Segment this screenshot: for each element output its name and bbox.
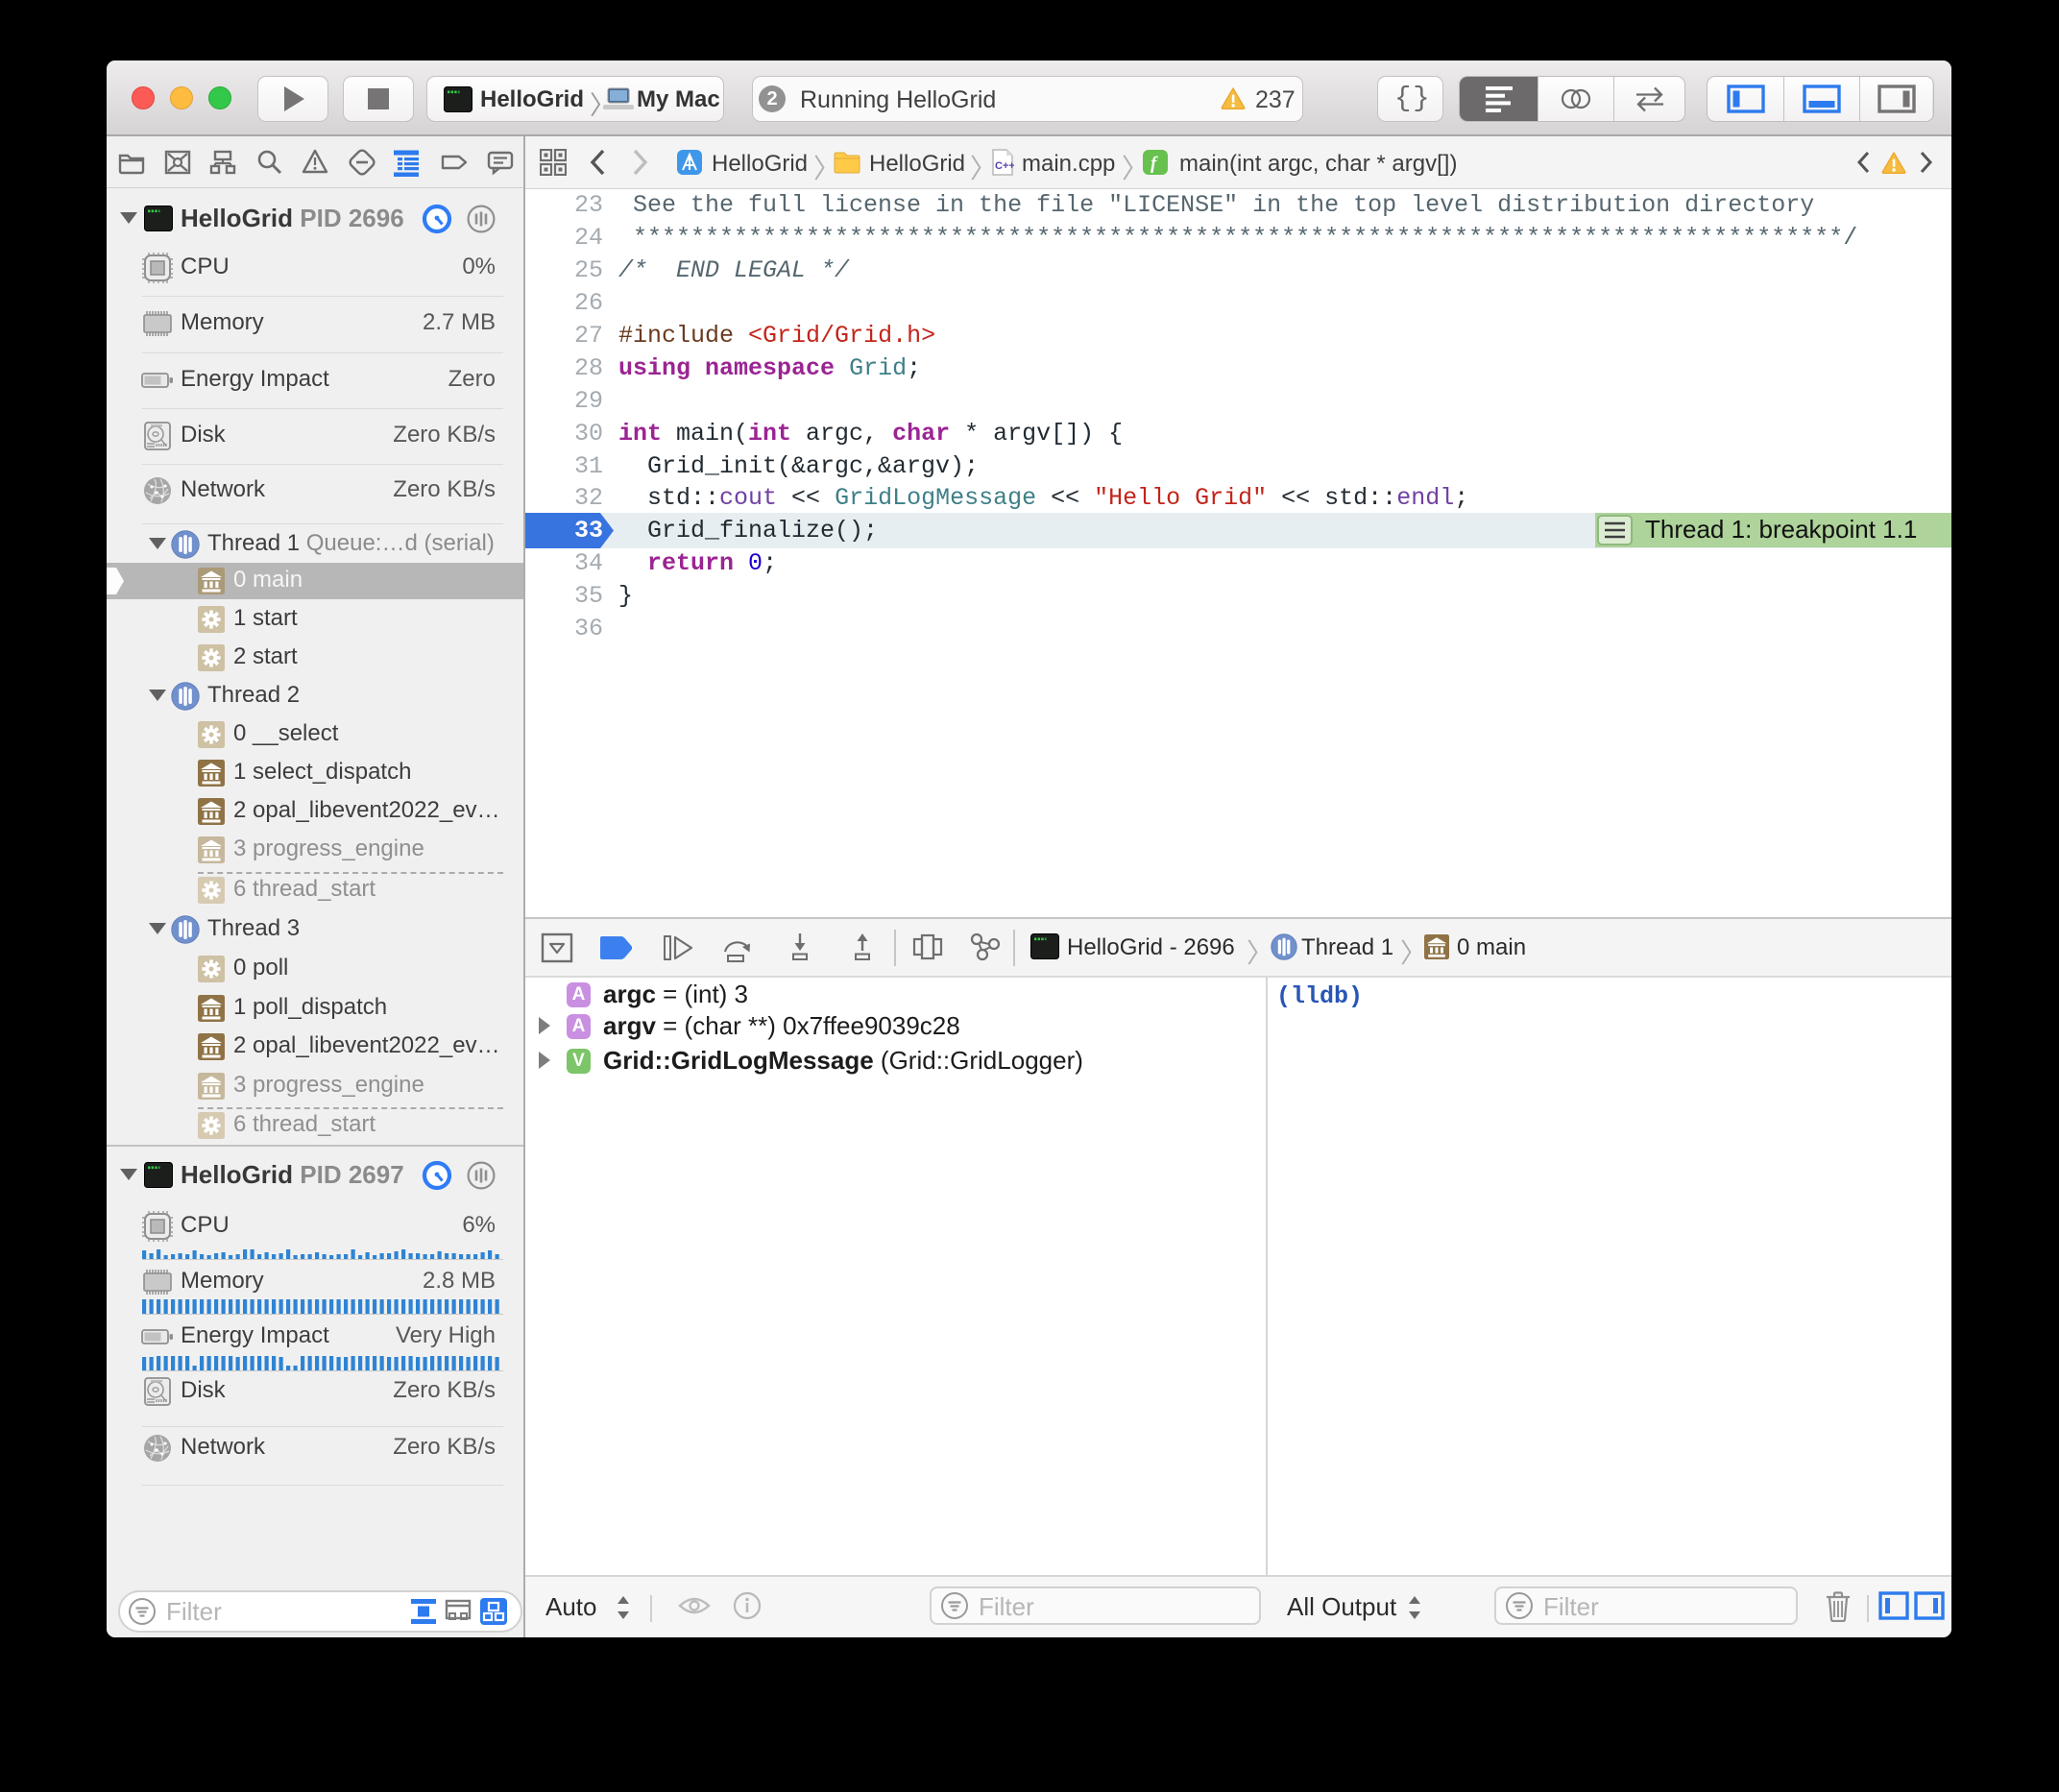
svg-text:C++: C++ xyxy=(995,160,1014,172)
